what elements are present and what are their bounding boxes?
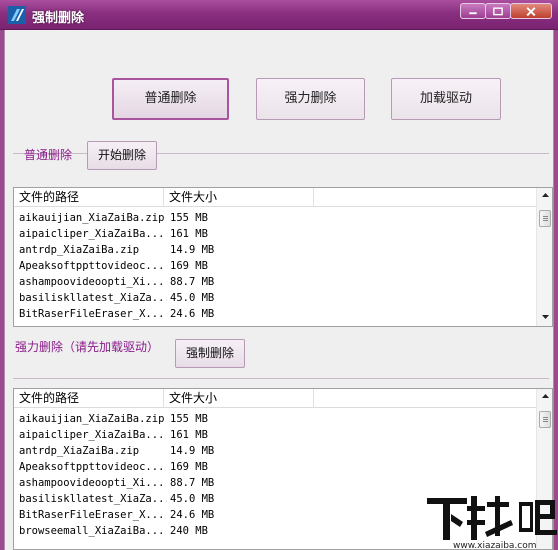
close-button[interactable] — [510, 3, 552, 19]
scroll-down-button[interactable] — [537, 310, 552, 326]
file-path: antrdp_XiaZaiBa.zip — [19, 445, 140, 457]
file-path: browseemall_XiaZaiBa... — [19, 525, 165, 537]
watermark-logo: www.xiazaiba.com — [427, 496, 557, 550]
normal-delete-section-label: 普通删除 — [24, 148, 73, 162]
table-row[interactable]: aipaicliper_XiaZaiBa... 161 MB — [14, 427, 538, 443]
client-area: 普通删除 强力删除 加载驱动 普通删除 开始删除 文件的路径 文件大小 aika… — [4, 30, 554, 550]
column-header-size[interactable]: 文件大小 — [164, 389, 314, 408]
scroll-up-button[interactable] — [537, 188, 552, 204]
table-row[interactable]: antrdp_XiaZaiBa.zip 14.9 MB — [14, 443, 538, 459]
file-size: 88.7 MB — [170, 477, 215, 489]
file-size: 161 MB — [170, 429, 208, 441]
file-size: 45.0 MB — [170, 292, 215, 304]
table-row[interactable]: basiliskllatest_XiaZa... 45.0 MB — [14, 290, 538, 306]
file-size: 155 MB — [170, 212, 208, 224]
minimize-icon — [469, 12, 477, 15]
list-header: 文件的路径 文件大小 — [14, 389, 538, 408]
window-border-right — [554, 30, 558, 550]
arrow-up-icon — [541, 394, 549, 398]
force-delete-section-label: 强力删除（请先加载驱动） — [15, 340, 160, 354]
normal-file-list[interactable]: 文件的路径 文件大小 aikauijian_XiaZaiBa.zip 155 MB… — [13, 187, 553, 327]
table-row[interactable]: Apeaksoftppttovideoc... 169 MB — [14, 258, 538, 274]
force-delete-button[interactable]: 强制删除 — [175, 339, 245, 368]
table-row[interactable]: aikauijian_XiaZaiBa.zip 155 MB — [14, 210, 538, 226]
section-divider — [13, 378, 549, 379]
window-title: 强制删除 — [32, 11, 85, 26]
watermark-url: www.xiazaiba.com — [453, 541, 537, 550]
file-size: 14.9 MB — [170, 445, 215, 457]
file-size: 155 MB — [170, 413, 208, 425]
table-row[interactable]: aikauijian_XiaZaiBa.zip 155 MB — [14, 411, 538, 427]
file-size: 24.6 MB — [170, 308, 215, 320]
maximize-icon — [493, 7, 503, 16]
file-path: ashampoovideoopti_Xi... — [19, 477, 165, 489]
column-header-path[interactable]: 文件的路径 — [14, 188, 164, 207]
file-path: antrdp_XiaZaiBa.zip — [19, 244, 140, 256]
file-path: BitRaserFileEraser_X... — [19, 509, 165, 521]
file-size: 24.6 MB — [170, 509, 215, 521]
file-size: 45.0 MB — [170, 493, 215, 505]
file-path: Apeaksoftppttovideoc... — [19, 260, 165, 272]
file-size: 169 MB — [170, 461, 208, 473]
app-icon — [8, 6, 26, 24]
table-row[interactable]: aipaicliper_XiaZaiBa... 161 MB — [14, 226, 538, 242]
list-header: 文件的路径 文件大小 — [14, 188, 538, 207]
file-path: basiliskllatest_XiaZa... — [19, 292, 167, 304]
close-icon — [526, 7, 536, 17]
normal-delete-mode-button[interactable]: 普通删除 — [112, 78, 229, 120]
file-size: 14.9 MB — [170, 244, 215, 256]
column-header-size[interactable]: 文件大小 — [164, 188, 314, 207]
arrow-down-icon — [541, 315, 549, 319]
table-row[interactable]: ashampoovideoopti_Xi... 88.7 MB — [14, 475, 538, 491]
force-delete-mode-button[interactable]: 强力删除 — [256, 78, 365, 120]
file-size: 88.7 MB — [170, 276, 215, 288]
column-header-path[interactable]: 文件的路径 — [14, 389, 164, 408]
table-row[interactable]: ashampoovideoopti_Xi... 88.7 MB — [14, 274, 538, 290]
load-driver-button[interactable]: 加载驱动 — [391, 78, 501, 120]
scroll-up-button[interactable] — [537, 389, 552, 405]
file-path: Apeaksoftppttovideoc... — [19, 461, 165, 473]
scroll-thumb[interactable] — [539, 210, 551, 227]
table-row[interactable]: BitRaserFileEraser_X... 24.6 MB — [14, 306, 538, 322]
file-path: BitRaserFileEraser_X... — [19, 308, 165, 320]
maximize-button[interactable] — [485, 3, 511, 19]
arrow-up-icon — [541, 193, 549, 197]
file-path: basiliskllatest_XiaZa... — [19, 493, 167, 505]
scroll-thumb[interactable] — [539, 411, 551, 428]
file-path: aipaicliper_XiaZaiBa... — [19, 429, 165, 441]
file-size: 161 MB — [170, 228, 208, 240]
file-path: aikauijian_XiaZaiBa.zip — [19, 212, 165, 224]
file-path: ashampoovideoopti_Xi... — [19, 276, 165, 288]
vertical-scrollbar[interactable] — [536, 188, 552, 326]
file-size: 169 MB — [170, 260, 208, 272]
list-rows: aikauijian_XiaZaiBa.zip 155 MB aipaiclipe… — [14, 210, 538, 322]
file-size: 240 MB — [170, 525, 208, 537]
minimize-button[interactable] — [460, 3, 486, 19]
table-row[interactable]: antrdp_XiaZaiBa.zip 14.9 MB — [14, 242, 538, 258]
table-row[interactable]: Apeaksoftppttovideoc... 169 MB — [14, 459, 538, 475]
start-delete-button[interactable]: 开始删除 — [87, 141, 157, 170]
file-path: aipaicliper_XiaZaiBa... — [19, 228, 165, 240]
title-bar[interactable]: 强制删除 — [0, 0, 558, 30]
file-path: aikauijian_XiaZaiBa.zip — [19, 413, 165, 425]
